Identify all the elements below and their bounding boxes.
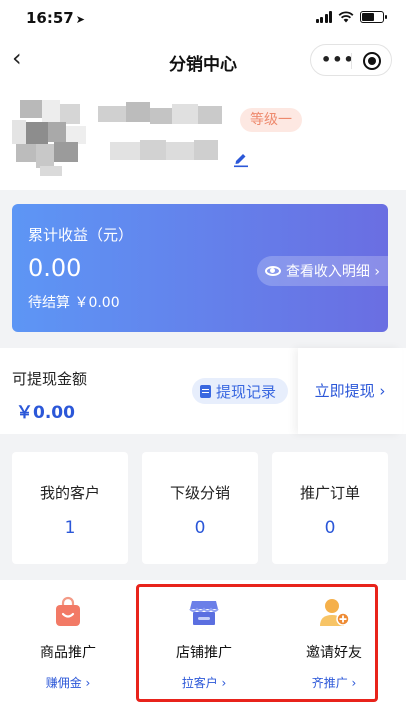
shopping-bag-icon (56, 596, 80, 626)
promo-name: 商品推广 (40, 645, 96, 661)
income-detail-label: 查看收入明细 › (285, 264, 380, 280)
stat-label: 推广订单 (299, 484, 360, 502)
income-amount: 0.00 (28, 254, 82, 282)
income-card: 累计收益（元） 0.00 待结算 ￥0.00 查看收入明细 › (12, 204, 388, 332)
stat-my-customers[interactable]: 我的客户 1 (12, 452, 128, 564)
battery-icon (360, 11, 387, 23)
stat-value: 0 (324, 518, 336, 538)
level-badge: 等级一 (240, 108, 302, 132)
withdraw-now-button[interactable]: 立即提现 › (298, 348, 402, 434)
nickname-blurred (98, 102, 228, 126)
mini-program-capsule: ••• (310, 44, 392, 76)
withdrawable-label: 可提现金额 (12, 370, 88, 388)
income-label: 累计收益（元） (28, 226, 134, 244)
location-icon: ➤ (75, 13, 85, 26)
profile-section: 等级一 (0, 84, 406, 190)
withdraw-records-label: 提现记录 (216, 382, 277, 401)
cellular-signal-icon (315, 11, 332, 23)
status-icons (315, 11, 387, 23)
capsule-divider (351, 53, 352, 69)
stat-sub-distributors[interactable]: 下级分销 0 (142, 452, 258, 564)
wifi-icon (338, 11, 354, 23)
stat-label: 我的客户 (39, 484, 100, 502)
promo-item-product[interactable]: 商品推广 赚佣金 › (8, 580, 128, 706)
stats-row: 我的客户 1 下级分销 0 推广订单 0 (12, 452, 388, 564)
status-time-text: 16:57 (26, 9, 74, 27)
withdraw-records-button[interactable]: 提现记录 (192, 378, 289, 404)
income-detail-button[interactable]: 查看收入明细 › (256, 256, 388, 286)
status-time: 16:57 ➤ (26, 9, 85, 27)
withdraw-section: 可提现金额 ￥0.00 提现记录 立即提现 › (0, 348, 406, 434)
stat-value: 1 (64, 518, 76, 538)
more-menu-button[interactable]: ••• (321, 52, 354, 68)
stat-promo-orders[interactable]: 推广订单 0 (272, 452, 388, 564)
status-bar: 16:57 ➤ (0, 0, 406, 36)
avatar (12, 100, 88, 176)
edit-icon[interactable] (232, 150, 250, 168)
navigation-bar: ‹ 分销中心 ••• (0, 36, 406, 84)
eye-icon (264, 266, 281, 276)
stat-label: 下级分销 (169, 484, 230, 502)
close-mini-program-button[interactable] (363, 52, 381, 70)
document-icon (200, 384, 211, 398)
pending-settlement: 待结算 ￥0.00 (28, 295, 120, 311)
stat-value: 0 (194, 518, 206, 538)
promo-action: 赚佣金 › (45, 676, 91, 690)
withdrawable-amount: ￥0.00 (16, 403, 75, 423)
user-id-blurred (110, 140, 220, 162)
highlight-box (136, 584, 378, 702)
